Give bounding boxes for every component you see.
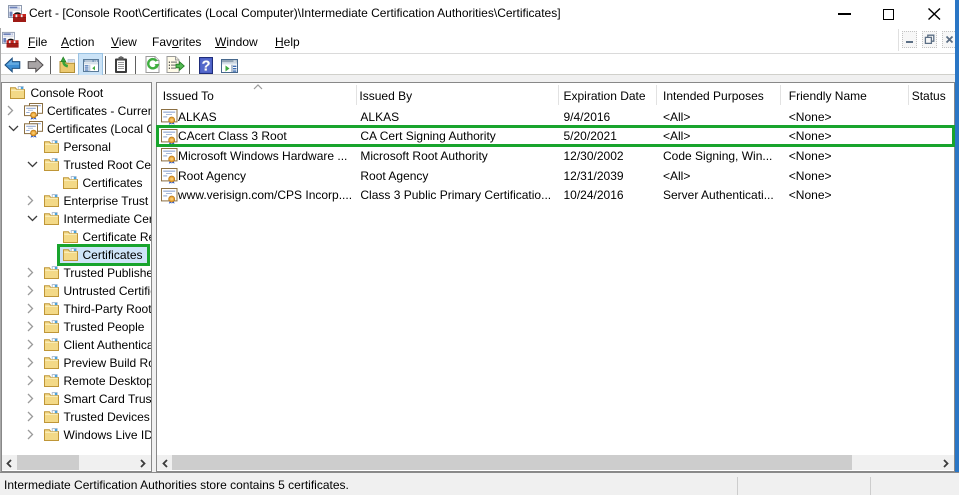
svg-text:?: ? — [202, 58, 211, 73]
